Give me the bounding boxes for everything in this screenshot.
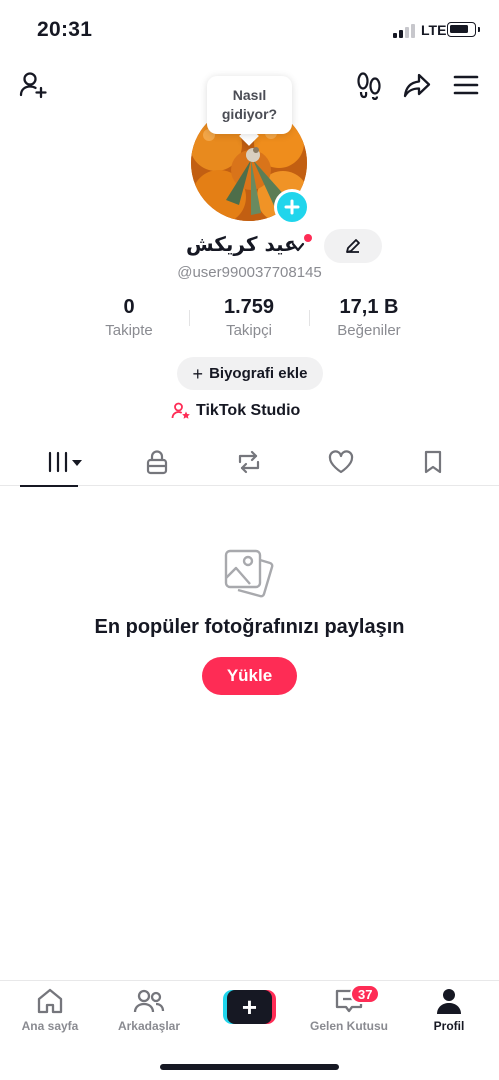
add-friend-button[interactable] (16, 68, 50, 102)
chevron-down-icon[interactable] (290, 239, 306, 255)
name-row: عيد كريكش (0, 232, 499, 262)
heart-icon (328, 450, 354, 474)
profile-views-button[interactable] (353, 68, 385, 102)
menu-button[interactable] (449, 68, 483, 102)
status-time: 20:31 (37, 18, 93, 41)
tab-reposts[interactable] (203, 438, 295, 486)
inbox-badge: 37 (350, 984, 381, 1004)
bookmark-icon (424, 450, 442, 474)
share-profile-button[interactable] (400, 68, 434, 102)
plus-icon (284, 199, 300, 215)
empty-state-title: En popüler fotoğrafınızı paylaşın (94, 616, 405, 638)
add-bio-label: Biyografi ekle (209, 365, 308, 382)
stat-followers-value: 1.759 (223, 296, 275, 318)
plus-icon: + (192, 363, 204, 384)
signal-icon (393, 24, 417, 38)
stat-likes-label: Beğeniler (337, 322, 401, 339)
share-icon (403, 73, 431, 98)
home-indicator (160, 1064, 339, 1070)
nav-inbox-label: Gelen Kutusu (309, 1019, 388, 1033)
studio-user-star-icon (171, 402, 190, 419)
stat-following[interactable]: 0 Takipte (69, 296, 189, 339)
upload-button[interactable]: Yükle (202, 657, 297, 695)
nav-profile-label: Profil (433, 1019, 465, 1033)
profile-stats: 0 Takipte 1.759 Takipçi 17,1 B Beğeniler (0, 296, 499, 342)
add-user-icon (19, 72, 47, 99)
tab-videos[interactable] (20, 438, 112, 487)
tiktok-studio-label: TikTok Studio (196, 402, 301, 419)
tiktok-studio-link[interactable]: TikTok Studio (171, 399, 300, 423)
stat-likes-value: 17,1 B (339, 296, 399, 318)
add-bio-button[interactable]: + Biyografi ekle (177, 357, 323, 390)
create-plus: + (227, 990, 272, 1024)
stat-following-value: 0 (123, 296, 135, 318)
status-bar: 20:31 LTE (0, 0, 499, 60)
lock-icon (146, 450, 168, 475)
nav-profile[interactable]: Profil (404, 987, 494, 1033)
stat-followers[interactable]: 1.759 Takipçi (189, 296, 309, 339)
photos-icon (224, 549, 274, 598)
network-type: LTE (421, 22, 447, 38)
nav-home[interactable]: Ana sayfa (5, 987, 95, 1033)
nav-home-label: Ana sayfa (21, 1019, 79, 1033)
edit-profile-button[interactable] (324, 229, 382, 263)
battery-icon (447, 22, 480, 37)
nav-friends-label: Arkadaşlar (117, 1019, 181, 1033)
tab-private[interactable] (111, 438, 203, 486)
content-tabs (0, 438, 499, 487)
notification-dot (304, 234, 312, 242)
stat-likes[interactable]: 17,1 B Beğeniler (309, 296, 429, 339)
hamburger-menu-icon (453, 75, 479, 95)
display-name[interactable]: عيد كريكش (186, 232, 298, 256)
grid-filter-icon (48, 451, 82, 473)
tab-liked[interactable] (295, 438, 387, 486)
stat-followers-label: Takipçi (226, 322, 272, 339)
footprints-icon (357, 72, 381, 100)
tab-favorites[interactable] (387, 438, 479, 486)
profile-icon (437, 989, 461, 1014)
friends-icon (133, 989, 165, 1013)
add-story-button[interactable] (274, 189, 310, 225)
create-button[interactable]: + (223, 990, 276, 1024)
stat-following-label: Takipte (105, 322, 153, 339)
bubble-line-1: Nasıl (232, 87, 267, 103)
status-prompt-bubble[interactable]: Nasıl gidiyor? (207, 76, 292, 134)
repost-icon (238, 450, 260, 474)
user-handle: @user990037708145 (177, 264, 322, 281)
pencil-icon (346, 239, 360, 253)
nav-inbox[interactable]: Gelen Kutusu (304, 987, 394, 1033)
home-icon (37, 988, 63, 1014)
nav-friends[interactable]: Arkadaşlar (104, 987, 194, 1033)
bubble-line-2: gidiyor? (221, 106, 278, 122)
